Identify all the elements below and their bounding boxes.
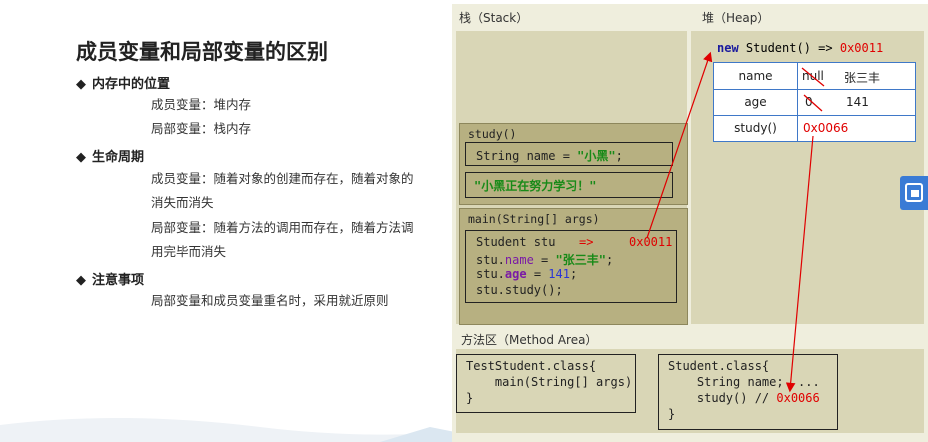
screen-share-icon bbox=[905, 183, 923, 202]
arrow-stu-to-heap bbox=[646, 51, 713, 239]
side-panel-tab[interactable] bbox=[900, 176, 928, 210]
reference-arrows bbox=[646, 51, 814, 393]
arrow-study-to-method bbox=[785, 135, 814, 393]
